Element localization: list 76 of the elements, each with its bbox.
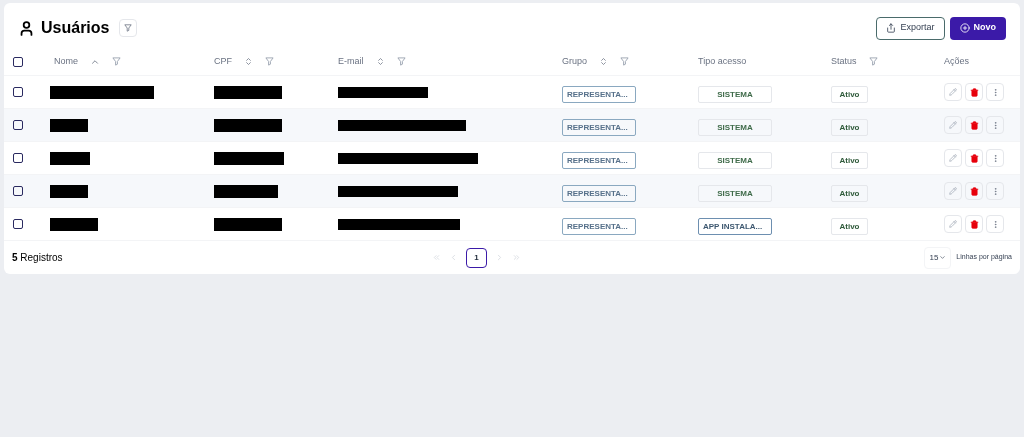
- access-type-tag: SISTEMA: [698, 119, 772, 136]
- sort-icon[interactable]: [375, 57, 385, 66]
- delete-button[interactable]: [965, 215, 983, 233]
- group-tag: REPRESENTA...: [562, 86, 636, 103]
- pencil-icon: [949, 121, 957, 129]
- group-tag: REPRESENTA...: [562, 185, 636, 202]
- trash-icon: [969, 153, 979, 163]
- filter-button[interactable]: [119, 19, 138, 37]
- column-header: E-mail: [338, 54, 364, 68]
- delete-button[interactable]: [965, 83, 983, 101]
- row-checkbox[interactable]: [13, 219, 23, 229]
- delete-button[interactable]: [965, 116, 983, 134]
- trash-icon: [969, 120, 979, 130]
- status-tag: Ativo: [831, 86, 868, 103]
- column-header: Nome: [54, 54, 78, 68]
- select-all-checkbox[interactable]: [13, 56, 23, 67]
- redaction-bar: [214, 151, 284, 165]
- trash-icon: [969, 219, 979, 229]
- row-checkbox[interactable]: [13, 186, 23, 196]
- row-checkbox[interactable]: [13, 120, 23, 130]
- delete-button[interactable]: [965, 149, 983, 167]
- delete-button[interactable]: [965, 182, 983, 200]
- last-page-icon[interactable]: [512, 253, 521, 262]
- page-title: Usuários: [41, 18, 110, 38]
- upload-icon: [886, 23, 897, 33]
- first-page-icon[interactable]: [432, 253, 441, 262]
- group-tag: REPRESENTA...: [562, 152, 636, 169]
- access-type-tag: APP INSTALA...: [698, 218, 772, 235]
- column-header: Ações: [944, 54, 969, 68]
- row-checkbox[interactable]: [13, 87, 23, 97]
- new-button[interactable]: Novo: [949, 16, 1006, 40]
- access-type-tag: SISTEMA: [698, 152, 772, 169]
- redaction-bar: [50, 151, 90, 165]
- row-checkbox[interactable]: [13, 153, 23, 163]
- filter-icon: [124, 24, 133, 32]
- sort-icon[interactable]: [244, 57, 253, 66]
- access-type-tag: SISTEMA: [698, 185, 772, 202]
- column-header: CPF: [214, 54, 232, 68]
- pencil-icon: [949, 88, 957, 96]
- plus-circle-icon: [959, 23, 970, 33]
- filter-icon[interactable]: [396, 57, 406, 66]
- group-tag: REPRESENTA...: [562, 119, 636, 136]
- column-header: Tipo acesso: [698, 54, 747, 68]
- column-header: Status: [831, 54, 857, 68]
- page-button[interactable]: 1: [466, 247, 487, 268]
- pencil-icon: [949, 187, 957, 195]
- status-tag: Ativo: [831, 152, 868, 169]
- pencil-icon: [949, 154, 957, 162]
- status-tag: Ativo: [831, 218, 868, 235]
- redaction-bar: [214, 217, 282, 231]
- page-size-select[interactable]: 15: [924, 246, 952, 269]
- filter-icon[interactable]: [112, 57, 121, 66]
- status-tag: Ativo: [831, 185, 868, 202]
- redaction-bar: [214, 118, 282, 132]
- export-button[interactable]: Exportar: [876, 16, 945, 40]
- user-icon: [18, 19, 35, 37]
- column-header: Grupo: [562, 54, 587, 68]
- redaction-bar: [50, 184, 88, 198]
- filter-icon[interactable]: [265, 57, 274, 66]
- trash-icon: [969, 186, 979, 196]
- redaction-bar: [214, 85, 282, 99]
- previous-page-icon[interactable]: [449, 253, 458, 262]
- group-tag: REPRESENTA...: [562, 218, 636, 235]
- sort-icon[interactable]: [599, 57, 608, 66]
- redaction-bar: [214, 184, 278, 198]
- filter-icon[interactable]: [868, 57, 878, 66]
- next-page-icon[interactable]: [495, 253, 504, 262]
- filter-icon[interactable]: [620, 57, 629, 66]
- records-count: 5 Registros: [12, 251, 64, 265]
- redaction-bar: [50, 217, 98, 231]
- status-tag: Ativo: [831, 119, 868, 136]
- access-type-tag: SISTEMA: [698, 86, 772, 103]
- pencil-icon: [949, 220, 957, 228]
- trash-icon: [969, 87, 979, 97]
- caret-icon: [939, 254, 947, 261]
- redaction-bar: [50, 118, 88, 132]
